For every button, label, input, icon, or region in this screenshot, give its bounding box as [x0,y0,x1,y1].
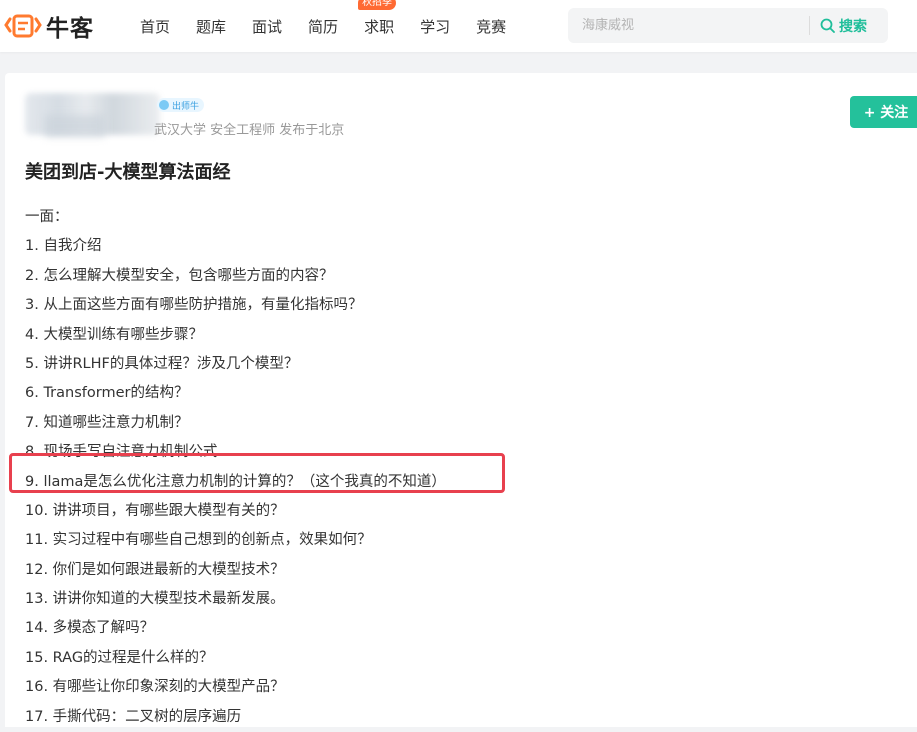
body-line: 4. 大模型训练有哪些步骤？ [25,326,203,343]
body-line: 一面： [25,209,69,225]
body-line: 16. 有哪些让你印象深刻的大模型产品？ [25,679,285,696]
body-line: 12. 你们是如何跟进最新的大模型技术？ [25,561,285,578]
search-input[interactable] [568,8,804,43]
nav-resume-label: 简历 [308,17,339,36]
highlight-box [9,453,505,493]
body-line: 7. 知道哪些注意力机制？ [25,414,189,431]
main-nav: 首页 题库 面试 简历 求职 秋招季 学习 竞赛 [140,0,532,52]
post-title: 美团到店-大模型算法面经 [25,162,231,183]
body-line: 1. 自我介绍 [25,238,102,255]
nav-interview[interactable]: 面试 [252,16,282,37]
logo-icon [4,14,42,38]
nav-question-bank[interactable]: 题库 [196,16,226,37]
nav-interview-label: 面试 [252,17,283,36]
body-line: 10. 讲讲项目，有哪些跟大模型有关的？ [25,502,285,519]
body-line: 6. Transformer的结构？ [25,385,189,402]
nav-contest[interactable]: 竞赛 [476,16,506,37]
nav-home-label: 首页 [140,17,171,36]
body-line: 11. 实习过程中有哪些自己想到的创新点，效果如何？ [25,532,372,549]
body-line: 5. 讲讲RLHF的具体过程？涉及几个模型？ [25,355,299,372]
nav-resume[interactable]: 简历 [308,16,338,37]
search-button[interactable]: 搜索 [820,8,867,43]
body-line: 15. RAG的过程是什么样的？ [25,649,214,666]
search-divider [809,16,810,35]
author-meta: 武汉大学 安全工程师 发布于北京 [154,123,345,138]
nav-home[interactable]: 首页 [140,16,170,37]
nav-question-bank-label: 题库 [196,17,227,36]
body-line: 2. 怎么理解大模型安全，包含哪些方面的内容？ [25,267,334,284]
author-badge-label: 出师牛 [172,101,200,112]
body-line: 13. 讲讲你知道的大模型技术最新发展。 [25,591,285,608]
body-line: 3. 从上面这些方面有哪些防护措施，有量化指标吗？ [25,297,363,314]
nav-jobs[interactable]: 求职 秋招季 [358,0,397,37]
body-line: 14. 多模态了解吗？ [25,620,155,637]
site-logo[interactable]: 牛客 [4,10,94,42]
body-line: 17. 手撕代码：二叉树的层序遍历 [25,708,242,725]
post-card: 出师牛 武汉大学 安全工程师 发布于北京 + 关注 美团到店-大模型算法面经 一… [5,73,917,727]
search-box: 搜索 [568,8,888,43]
search-button-label: 搜索 [839,18,867,35]
author-badge: 出师牛 [157,98,205,112]
nav-learning-label: 学习 [420,17,451,36]
nav-jobs-badge: 秋招季 [358,0,397,10]
search-icon [820,18,835,33]
author-name-blurred [45,115,105,137]
nav-contest-label: 竞赛 [476,17,507,36]
nav-learning[interactable]: 学习 [420,16,450,37]
follow-button[interactable]: + 关注 [850,96,917,128]
logo-text: 牛客 [46,16,94,42]
top-navbar: 牛客 首页 题库 面试 简历 求职 秋招季 学习 竞赛 搜索 [0,0,917,52]
badge-icon [159,100,169,110]
nav-jobs-label: 求职 [364,17,395,36]
